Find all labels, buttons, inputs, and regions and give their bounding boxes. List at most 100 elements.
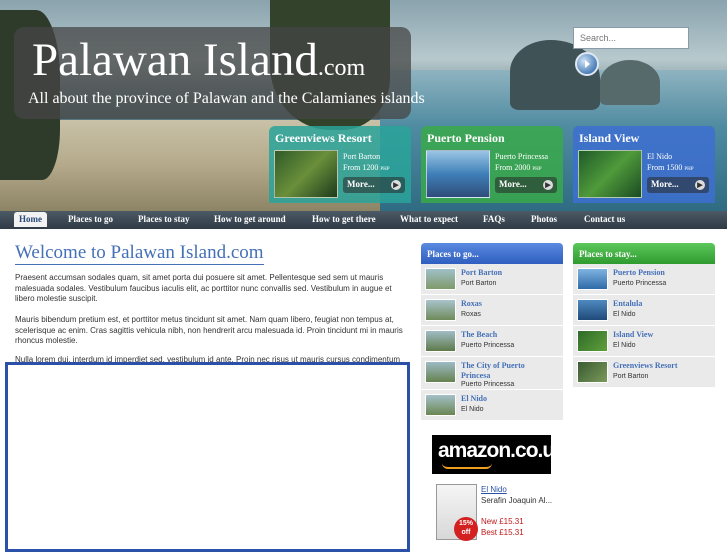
search-button[interactable] <box>575 52 599 76</box>
nav-how-to-get-there[interactable]: How to get there <box>312 212 376 227</box>
more-button[interactable]: More... ▶ <box>647 177 709 193</box>
list-item[interactable]: The Beach Puerto Princessa <box>421 326 563 357</box>
thumbnail[interactable] <box>425 330 456 352</box>
list-item[interactable]: Port Barton Port Barton <box>421 264 563 295</box>
feature-image[interactable] <box>578 150 642 198</box>
nav-places-to-go[interactable]: Places to go <box>68 212 113 227</box>
thumbnail[interactable] <box>425 299 456 321</box>
thumbnail[interactable] <box>425 361 456 383</box>
list-item[interactable]: Greenviews Resort Port Barton <box>573 357 715 388</box>
place-link[interactable]: Puerto Pension <box>613 268 665 277</box>
book-best-price: Best £15.31 <box>481 528 524 537</box>
book-author: Serafin Joaquin Al... <box>481 496 553 505</box>
list-item[interactable]: Puerto Pension Puerto Princessa <box>573 264 715 295</box>
place-location: Port Barton <box>613 373 649 380</box>
feature-price-value: From 2000 <box>495 163 531 172</box>
feature-title: Island View <box>579 131 640 145</box>
feature-price: From 1500 PHP <box>647 163 694 172</box>
feature-currency: PHP <box>380 167 390 172</box>
arrow-right-icon: ▶ <box>391 180 401 190</box>
more-button[interactable]: More... ▶ <box>495 177 557 193</box>
feature-card-puerto-pension[interactable]: Puerto Pension Puerto Princessa From 200… <box>421 126 563 203</box>
main-nav: Home Places to go Places to stay How to … <box>0 211 727 229</box>
thumbnail[interactable] <box>425 394 456 416</box>
list-item[interactable]: The City of Puerto Princesa Puerto Princ… <box>421 357 563 390</box>
amazon-smile-icon <box>442 463 492 469</box>
place-link[interactable]: Entalula <box>613 299 642 308</box>
site-subtitle: All about the province of Palawan and th… <box>28 90 425 107</box>
arrow-right-icon <box>585 60 590 68</box>
place-link[interactable]: El Nido <box>461 394 487 403</box>
thumbnail[interactable] <box>425 268 456 290</box>
places-to-stay-panel: Places to stay... Puerto Pension Puerto … <box>573 243 715 388</box>
list-item[interactable]: Roxas Roxas <box>421 295 563 326</box>
place-location: Puerto Princessa <box>461 381 515 388</box>
site-title: Palawan Island.com <box>32 33 365 87</box>
feature-card-greenviews[interactable]: Greenviews Resort Port Barton From 1200 … <box>269 126 411 203</box>
intro-paragraph: Mauris bibendum pretium est, et porttito… <box>15 315 403 345</box>
book-title-link[interactable]: El Nido <box>481 485 507 494</box>
place-location: Puerto Princessa <box>461 342 515 349</box>
panel-heading: Places to stay... <box>573 243 715 264</box>
search-input[interactable] <box>573 27 689 49</box>
feature-price-value: From 1200 <box>343 163 379 172</box>
nav-home[interactable]: Home <box>14 212 47 227</box>
list-item[interactable]: El Nido El Nido <box>421 390 563 421</box>
panel-heading: Places to go... <box>421 243 563 264</box>
feature-title: Puerto Pension <box>427 131 505 145</box>
nav-places-to-stay[interactable]: Places to stay <box>138 212 190 227</box>
nav-faqs[interactable]: FAQs <box>483 212 505 227</box>
feature-price: From 2000 PHP <box>495 163 542 172</box>
intro-paragraph: Praesent accumsan sodales quam, sit amet… <box>15 273 392 303</box>
list-item[interactable]: Island View El Nido <box>573 326 715 357</box>
thumbnail[interactable] <box>577 330 608 352</box>
banner-rock <box>600 60 660 105</box>
more-label: More... <box>347 179 375 189</box>
nav-photos[interactable]: Photos <box>531 212 557 227</box>
place-location: Puerto Princessa <box>613 280 667 287</box>
place-link[interactable]: The City of Puerto Princesa <box>461 361 556 381</box>
place-link[interactable]: Port Barton <box>461 268 502 277</box>
nav-how-to-get-around[interactable]: How to get around <box>214 212 286 227</box>
arrow-right-icon: ▶ <box>695 180 705 190</box>
video-player[interactable] <box>5 362 410 552</box>
place-link[interactable]: Greenviews Resort <box>613 361 678 370</box>
feature-card-island-view[interactable]: Island View El Nido From 1500 PHP More..… <box>573 126 715 203</box>
more-label: More... <box>499 179 527 189</box>
feature-price: From 1200 PHP <box>343 163 390 172</box>
list-item[interactable]: Entalula El Nido <box>573 295 715 326</box>
amazon-logo-text: amazon.co.uk <box>438 439 566 462</box>
site-title-text: Palawan Island <box>32 34 318 86</box>
place-location: Port Barton <box>461 280 497 287</box>
place-link[interactable]: The Beach <box>461 330 497 339</box>
place-location: Roxas <box>461 311 481 318</box>
feature-image[interactable] <box>274 150 338 198</box>
nav-what-to-expect[interactable]: What to expect <box>400 212 458 227</box>
feature-currency: PHP <box>684 167 694 172</box>
feature-image[interactable] <box>426 150 490 198</box>
book-new-price: New £15.31 <box>481 517 524 526</box>
places-to-go-panel: Places to go... Port Barton Port Barton … <box>421 243 563 421</box>
place-location: El Nido <box>613 311 636 318</box>
place-link[interactable]: Island View <box>613 330 653 339</box>
feature-location: El Nido <box>647 152 673 161</box>
thumbnail[interactable] <box>577 299 608 321</box>
nav-contact-us[interactable]: Contact us <box>584 212 625 227</box>
place-link[interactable]: Roxas <box>461 299 482 308</box>
arrow-right-icon: ▶ <box>543 180 553 190</box>
thumbnail[interactable] <box>577 268 608 290</box>
thumbnail[interactable] <box>577 361 608 383</box>
feature-title: Greenviews Resort <box>275 131 372 145</box>
header-banner: Palawan Island.com All about the provinc… <box>0 0 727 211</box>
page-title: Welcome to Palawan Island.com <box>15 242 264 265</box>
place-location: El Nido <box>613 342 636 349</box>
feature-currency: PHP <box>532 167 542 172</box>
site-title-suffix: .com <box>317 55 366 81</box>
site-logo[interactable]: Palawan Island.com All about the provinc… <box>14 27 425 119</box>
amazon-logo[interactable]: amazon.co.uk <box>432 435 566 474</box>
more-button[interactable]: More... ▶ <box>343 177 405 193</box>
feature-location: Puerto Princessa <box>495 152 549 161</box>
feature-location: Port Barton <box>343 152 381 161</box>
feature-price-value: From 1500 <box>647 163 683 172</box>
more-label: More... <box>651 179 679 189</box>
